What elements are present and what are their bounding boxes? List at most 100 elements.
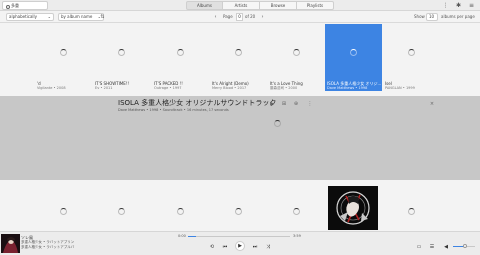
previous-track-icon[interactable]: ⏮ xyxy=(221,243,229,251)
sort-field-select[interactable]: alphabetically ⌄ xyxy=(6,13,54,21)
now-playing-cover[interactable] xyxy=(1,234,20,253)
show-label: Show xyxy=(414,14,425,19)
elapsed-time: 0:00 xyxy=(178,234,186,238)
loading-spinner-icon xyxy=(118,208,125,215)
shuffle-icon[interactable]: ⤨ xyxy=(264,243,272,251)
search-value: 多重 xyxy=(11,3,19,8)
per-page-value: 10 xyxy=(429,14,435,19)
loading-spinner-icon xyxy=(408,49,415,56)
chevron-down-icon: ⌄ xyxy=(47,14,51,19)
album-card[interactable] xyxy=(93,183,150,231)
music-app: 多重 Albums Artists Browse Playlists ⋮ ✱ ≡… xyxy=(0,0,480,255)
album-card-selected[interactable]: ISOLA 多重人格少女 オリジ... Dave Matthews • 1998 xyxy=(325,24,382,91)
queue-icon[interactable]: ⋮ xyxy=(442,2,449,9)
tab-browse[interactable]: Browse xyxy=(260,1,297,10)
close-icon[interactable]: × xyxy=(429,101,435,107)
next-page-button[interactable]: › xyxy=(259,14,266,21)
album-cover-art[interactable] xyxy=(328,186,378,230)
per-page-label: albums per page xyxy=(441,14,475,19)
sort-field-value: alphabetically xyxy=(9,14,38,19)
loading-spinner-icon xyxy=(235,208,242,215)
album-cover xyxy=(268,183,325,231)
page-label: Page xyxy=(223,14,233,19)
page-total: of 20 xyxy=(245,14,256,19)
album-cover xyxy=(93,183,150,231)
album-cover xyxy=(210,24,267,81)
search-icon xyxy=(6,5,10,9)
album-meta: Vigilante • 2008 xyxy=(37,86,66,90)
add-to-queue-icon[interactable]: ⊞ xyxy=(281,101,287,107)
album-cover xyxy=(383,24,440,81)
queue-list-icon[interactable]: ☰ xyxy=(428,243,436,251)
album-card[interactable] xyxy=(268,183,325,231)
album-meta: Outrage • 1997 xyxy=(154,86,182,90)
album-card[interactable] xyxy=(210,183,267,231)
loading-spinner-icon xyxy=(274,120,281,127)
album-card[interactable]: IT'S PACKED !! Outrage • 1997 xyxy=(152,24,209,91)
total-time: 3:59 xyxy=(293,234,301,238)
album-card[interactable]: 'd Vigilante • 2008 xyxy=(35,24,92,91)
add-to-playlist-icon[interactable]: ⊕ xyxy=(293,101,299,107)
album-card[interactable] xyxy=(35,183,92,231)
sort-by-value: by album name xyxy=(61,14,93,19)
album-cover xyxy=(93,24,150,81)
album-meta: PANGLAN • 1999 xyxy=(385,86,415,90)
album-cover xyxy=(210,183,267,231)
prev-page-button[interactable]: ‹ xyxy=(212,14,219,21)
volume-slider[interactable] xyxy=(453,244,475,248)
volume-icon[interactable]: ◀ xyxy=(442,243,450,251)
album-card[interactable]: It's Alright (Demo) Merry Blood • 2017 xyxy=(210,24,267,91)
menu-icon[interactable]: ≡ xyxy=(468,2,475,9)
header-bar: 多重 Albums Artists Browse Playlists ⋮ ✱ ≡ xyxy=(0,0,480,11)
album-card[interactable]: Isel PANGLAN • 1999 xyxy=(383,24,440,91)
loading-spinner-icon xyxy=(293,208,300,215)
album-cover xyxy=(268,24,325,81)
more-options-icon[interactable]: ⋮ xyxy=(307,101,313,107)
album-meta: Ev • 2011 xyxy=(95,86,113,90)
tab-artists[interactable]: Artists xyxy=(223,1,260,10)
player-bar: ソレ風 多重人格少女 • ラバットアプリン 多重人格少女 • ラバットアプルバ … xyxy=(0,231,480,255)
sort-by-select[interactable]: by album name ⌄ xyxy=(58,13,104,21)
loading-spinner-icon xyxy=(177,208,184,215)
volume-handle[interactable] xyxy=(463,244,468,248)
next-track-icon[interactable]: ⏭ xyxy=(251,243,259,251)
album-cover xyxy=(152,183,209,231)
album-meta: Merry Blood • 2017 xyxy=(212,86,247,90)
seek-bar[interactable] xyxy=(188,236,290,237)
loading-spinner-icon xyxy=(235,49,242,56)
album-cover xyxy=(35,24,92,81)
loading-spinner-icon xyxy=(350,49,357,56)
album-card[interactable]: IT'S SHOWTIME!! Ev • 2011 xyxy=(93,24,150,91)
now-playing-album[interactable]: 多重人格少女 • ラバットアプルバ xyxy=(21,245,74,250)
loading-spinner-icon xyxy=(293,49,300,56)
per-page-select[interactable]: 10 xyxy=(426,13,438,21)
cast-icon[interactable]: ▭ xyxy=(415,243,423,251)
album-toolbar: alphabetically ⌄ by album name ⌄ ⇅ ‹ Pag… xyxy=(0,12,480,23)
album-detail-panel: ISOLA 多重人格少女 オリジナルサウンドトラック Dave Matthews… xyxy=(0,96,480,180)
loading-spinner-icon xyxy=(177,49,184,56)
tab-playlists[interactable]: Playlists xyxy=(297,1,334,10)
detail-album-title: ISOLA 多重人格少女 オリジナルサウンドトラック xyxy=(118,99,277,107)
loading-spinner-icon xyxy=(60,49,67,56)
tab-albums[interactable]: Albums xyxy=(186,1,223,10)
sort-order-button[interactable]: ⇅ xyxy=(99,14,106,21)
repeat-icon[interactable]: ⟲ xyxy=(208,243,216,251)
album-cover xyxy=(152,24,209,81)
album-card[interactable] xyxy=(383,183,440,231)
detail-album-meta: Dave Matthews • 1998 • Soundtrack • 16 m… xyxy=(118,108,229,112)
gear-icon[interactable]: ✱ xyxy=(455,2,462,9)
album-cover xyxy=(325,24,382,81)
search-input[interactable]: 多重 xyxy=(2,1,48,10)
page-input[interactable]: 0 xyxy=(236,13,243,21)
album-meta: Dave Matthews • 1998 xyxy=(327,86,368,90)
album-card[interactable]: It's a Love Thing 藤森浩司 • 2000 xyxy=(268,24,325,91)
album-meta: 藤森浩司 • 2000 xyxy=(270,86,298,90)
play-button[interactable]: ▶ xyxy=(235,241,245,251)
seek-bar-progress xyxy=(188,236,197,237)
loading-spinner-icon xyxy=(118,49,125,56)
album-cover xyxy=(35,183,92,231)
loading-spinner-icon xyxy=(60,208,67,215)
play-album-icon[interactable]: ▶ xyxy=(269,101,275,107)
album-card[interactable] xyxy=(152,183,209,231)
view-tabs: Albums Artists Browse Playlists xyxy=(186,1,334,10)
